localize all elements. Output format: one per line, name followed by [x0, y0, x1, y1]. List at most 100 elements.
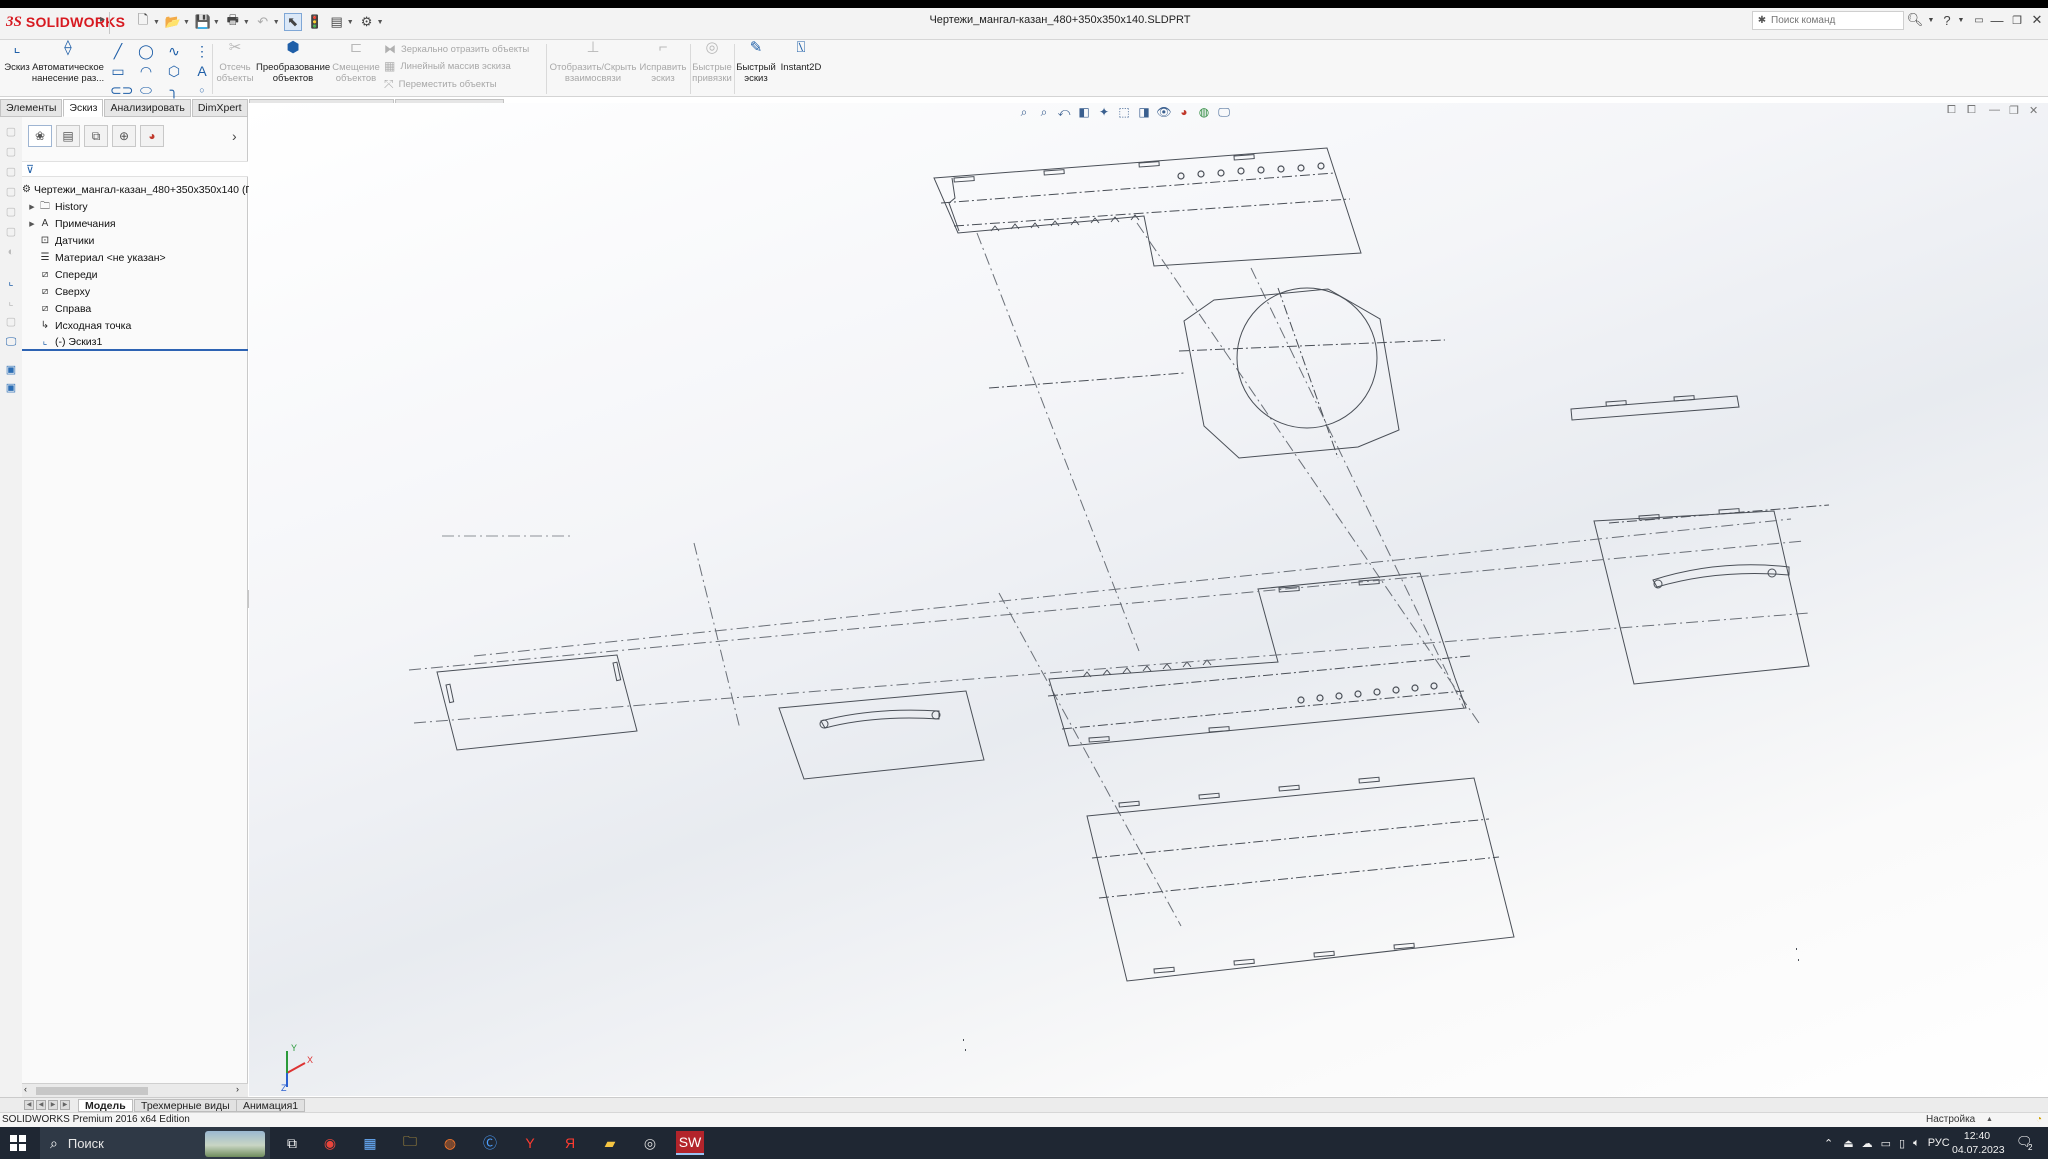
- task-view-icon[interactable]: ⧉: [278, 1131, 306, 1155]
- last-tab-icon[interactable]: ▶: [60, 1100, 70, 1110]
- sketch-panel-handle[interactable]: [778, 690, 985, 780]
- rectangle-icon[interactable]: ▭: [110, 63, 126, 79]
- open-icon[interactable]: 📂: [164, 13, 182, 31]
- mirror-button[interactable]: ⧓ Зеркально отразить объекты: [384, 42, 529, 56]
- tree-item-sketch1[interactable]: ⌞ (-) Эскиз1: [22, 334, 248, 351]
- point-icon[interactable]: ○: [194, 82, 210, 98]
- chevron-up-icon[interactable]: ⌃: [1824, 1137, 1833, 1150]
- tab-sketch[interactable]: Эскиз: [63, 99, 104, 117]
- tab-model[interactable]: Модель: [78, 1099, 133, 1112]
- scroll-thumb[interactable]: [36, 1087, 148, 1095]
- tree-item-right-plane[interactable]: ⧄ Справа: [22, 300, 248, 317]
- windows-start-icon[interactable]: [10, 1135, 26, 1151]
- tree-item-material[interactable]: ☰ Материал <не указан>: [22, 249, 248, 266]
- new-doc-icon[interactable]: 🗋: [134, 12, 152, 31]
- pin-icon[interactable]: ▭: [1970, 11, 1988, 29]
- undo-icon[interactable]: ↶: [254, 13, 272, 31]
- chevron-down-icon[interactable]: ▼: [377, 19, 384, 26]
- tool-icon[interactable]: ▢: [4, 315, 18, 329]
- firefox-icon[interactable]: ◍: [436, 1131, 464, 1155]
- sketch-drawing[interactable]: [249, 103, 2048, 1096]
- quick-snaps-button[interactable]: ◎ Быстрые привязки: [692, 40, 732, 84]
- save-icon[interactable]: 💾: [194, 13, 212, 31]
- configuration-manager-icon[interactable]: ⧉: [84, 125, 108, 147]
- tab-evaluate[interactable]: Анализировать: [104, 99, 191, 117]
- trim-button[interactable]: ✂ Отсечь объекты: [214, 40, 256, 84]
- expand-arrow-icon[interactable]: ▶: [26, 220, 38, 228]
- spline-icon[interactable]: ∿: [166, 43, 182, 59]
- command-search[interactable]: ✱: [1752, 11, 1904, 30]
- usb-icon[interactable]: ⏏: [1843, 1137, 1853, 1150]
- sketch-panel-left[interactable]: [436, 654, 638, 751]
- minimize-icon[interactable]: —: [1988, 11, 2006, 29]
- close-icon[interactable]: ✕: [2028, 11, 2046, 29]
- horizontal-scrollbar[interactable]: ‹ ›: [22, 1083, 248, 1097]
- tree-item-sensors[interactable]: ⊡ Датчики: [22, 232, 248, 249]
- tool-icon[interactable]: ▢: [4, 225, 18, 239]
- chevron-down-icon[interactable]: ▼: [347, 19, 354, 26]
- cloud-icon[interactable]: ☁: [1862, 1137, 1873, 1150]
- sketch-panel-right[interactable]: [1593, 504, 1830, 685]
- expand-arrow-icon[interactable]: ▶: [26, 203, 38, 211]
- search-input[interactable]: [1771, 15, 1899, 26]
- tree-item-origin[interactable]: ↳ Исходная точка: [22, 317, 248, 334]
- volume-icon[interactable]: 🔈︎: [1913, 1137, 1920, 1150]
- tool-icon[interactable]: ▢: [4, 185, 18, 199]
- text-icon[interactable]: A: [194, 63, 210, 79]
- chevron-right-icon[interactable]: ›: [232, 128, 237, 144]
- chevron-down-icon[interactable]: ▼: [273, 19, 280, 26]
- restore-icon[interactable]: ❐: [2008, 11, 2026, 29]
- select-icon[interactable]: ⬉: [283, 13, 302, 31]
- solidworks-taskbar-icon[interactable]: SW: [676, 1131, 704, 1155]
- tree-item-history[interactable]: ▶ 🗀 History: [22, 198, 248, 215]
- chevron-up-icon[interactable]: ▲: [1986, 1113, 1993, 1127]
- fillet-icon[interactable]: ╮: [166, 82, 182, 98]
- customize-status[interactable]: Настройка: [1926, 1113, 1975, 1127]
- display-manager-icon[interactable]: ◕: [140, 125, 164, 147]
- tool-icon[interactable]: ◐: [4, 245, 18, 259]
- app-c-icon[interactable]: Ⓒ: [476, 1131, 504, 1155]
- chevron-down-icon[interactable]: ▼: [213, 19, 220, 26]
- dimxpert-manager-icon[interactable]: ⊕: [112, 125, 136, 147]
- chrome-icon[interactable]: ◉: [316, 1131, 344, 1155]
- arc-icon[interactable]: ◠: [138, 63, 154, 79]
- slot-icon[interactable]: ⊂⊃: [110, 82, 133, 98]
- property-manager-icon[interactable]: ▤: [56, 125, 80, 147]
- relations-button[interactable]: ⊥ Отобразить/Скрыть взаимосвязи: [548, 40, 638, 84]
- convert-entities-button[interactable]: ⬢ Преобразование объектов: [256, 40, 330, 84]
- sketch-panel-top[interactable]: [933, 147, 1362, 267]
- chevron-down-icon[interactable]: ▼: [153, 19, 160, 26]
- polygon-icon[interactable]: ⬡: [166, 63, 182, 79]
- solidworks-logo[interactable]: 3S SOLIDWORKS: [6, 10, 125, 34]
- ellipse-icon[interactable]: ⬭: [138, 82, 154, 98]
- sketch-panel-bottom[interactable]: [1086, 776, 1515, 982]
- first-tab-icon[interactable]: ◀: [24, 1100, 34, 1110]
- tab-dimxpert[interactable]: DimXpert: [191, 99, 248, 117]
- chevron-down-icon[interactable]: ▼: [183, 19, 190, 26]
- camera-icon[interactable]: ▣: [4, 363, 18, 377]
- tool-icon[interactable]: ▢: [4, 145, 18, 159]
- repair-sketch-button[interactable]: ⌐ Исправить эскиз: [638, 40, 688, 84]
- linear-pattern-button[interactable]: ▦ Линейный массив эскиза: [384, 59, 511, 73]
- options-icon[interactable]: ⚙: [358, 13, 376, 31]
- search-highlight-image[interactable]: [205, 1131, 265, 1157]
- tab-features[interactable]: Элементы: [0, 99, 63, 117]
- smart-dimension-button[interactable]: ⟠ Автоматическое нанесение раз...: [30, 40, 106, 84]
- file-props-icon[interactable]: ▤: [328, 13, 346, 31]
- sketch-panel-strip[interactable]: [1570, 395, 1740, 421]
- centerline-icon[interactable]: ⋮: [194, 43, 210, 59]
- clock[interactable]: 12:40 04.07.2023: [1952, 1129, 2005, 1157]
- tab-3d-views[interactable]: Трехмерные виды: [134, 1099, 237, 1112]
- scroll-right-icon[interactable]: ›: [236, 1084, 239, 1094]
- tree-filter[interactable]: ⊽: [22, 161, 248, 177]
- sketch-button[interactable]: ⌞ Эскиз: [4, 40, 30, 73]
- tree-item-top-plane[interactable]: ⧄ Сверху: [22, 283, 248, 300]
- search-scope-icon[interactable]: ✱: [1753, 15, 1771, 26]
- chevron-down-icon[interactable]: ▼: [1952, 11, 1970, 29]
- obs-icon[interactable]: ◎: [636, 1131, 664, 1155]
- tree-item-annotations[interactable]: ▶ A Примечания: [22, 215, 248, 232]
- chevron-down-icon[interactable]: ▼: [243, 19, 250, 26]
- sketch-panel-center[interactable]: [1047, 572, 1471, 747]
- scroll-left-icon[interactable]: ‹: [24, 1084, 27, 1094]
- tree-root[interactable]: ⚙ Чертежи_мангал-казан_480+350x350x140 (…: [22, 181, 259, 198]
